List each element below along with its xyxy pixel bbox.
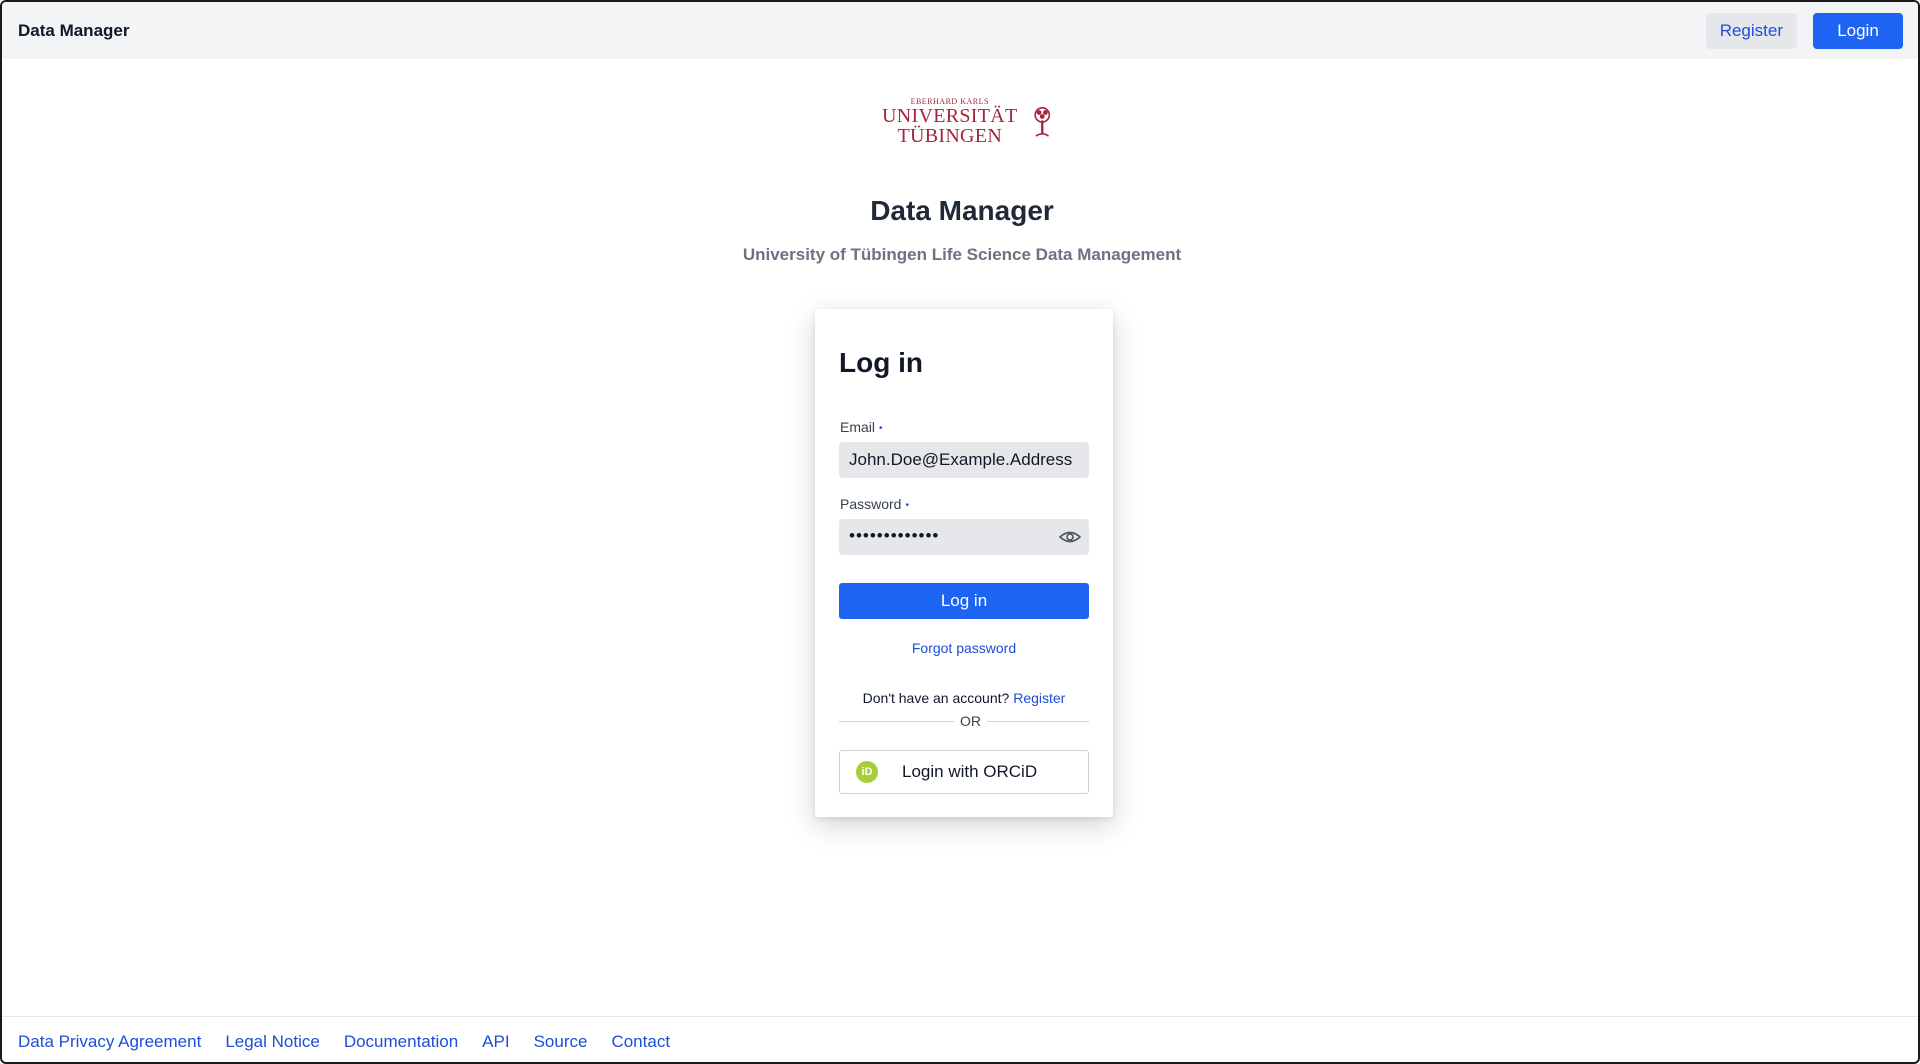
no-account-text: Don't have an account? (862, 690, 1010, 706)
page-title: Data Manager (870, 195, 1054, 226)
login-card: Log in Email• Password• ••••••••••••• Lo… (815, 309, 1113, 817)
tree-seal-icon (1033, 107, 1050, 137)
email-label-text: Email (840, 419, 876, 435)
email-label: Email • (840, 419, 883, 435)
footer-link-data-privacy[interactable]: Data Privacy Agreement (18, 1032, 201, 1052)
password-value: ••••••••••••• (849, 526, 940, 545)
eye-icon[interactable] (1059, 527, 1081, 547)
register-button[interactable]: Register (1705, 12, 1797, 49)
forgot-password-link[interactable]: Forgot password (815, 640, 1113, 656)
password-label-text: Password (840, 496, 902, 512)
brand-title[interactable]: Data Manager (18, 21, 129, 41)
no-account-prompt: Don't have an account? Register (815, 690, 1113, 706)
login-button[interactable]: Login (1813, 12, 1903, 49)
logo-line-2: TÜBINGEN (897, 125, 1003, 147)
email-field[interactable] (839, 442, 1089, 478)
footer-link-api[interactable]: API (482, 1032, 509, 1052)
login-with-orcid-button[interactable]: iD Login with ORCiD (839, 750, 1089, 794)
footer-link-legal-notice[interactable]: Legal Notice (225, 1032, 320, 1052)
orcid-icon: iD (856, 761, 878, 783)
footer-link-documentation[interactable]: Documentation (344, 1032, 458, 1052)
password-field[interactable]: ••••••••••••• (839, 519, 1089, 555)
required-marker: • (879, 422, 883, 434)
page-subtitle: University of Tübingen Life Science Data… (742, 245, 1182, 264)
register-link[interactable]: Register (1013, 690, 1065, 706)
footer-link-contact[interactable]: Contact (611, 1032, 670, 1052)
top-navbar: Data Manager Register Login (2, 2, 1918, 59)
app-window: Data Manager Register Login EBERHARD KAR… (0, 0, 1920, 1064)
footer-link-source[interactable]: Source (534, 1032, 588, 1052)
required-marker: • (905, 499, 909, 511)
login-card-title: Log in (839, 347, 923, 378)
logo-line-1: UNIVERSITÄT (882, 105, 1018, 127)
logo-wordmark: EBERHARD KARLS UNIVERSITÄT TÜBINGEN (882, 98, 1018, 147)
nav-actions: Register Login (1705, 12, 1903, 49)
footer: Data Privacy Agreement Legal Notice Docu… (2, 1016, 1918, 1062)
or-text: OR (954, 713, 987, 729)
log-in-submit-button[interactable]: Log in (839, 583, 1089, 619)
orcid-button-label: Login with ORCiD (902, 762, 1038, 781)
university-logo: EBERHARD KARLS UNIVERSITÄT TÜBINGEN (882, 98, 1052, 146)
password-label: Password • (840, 496, 909, 512)
